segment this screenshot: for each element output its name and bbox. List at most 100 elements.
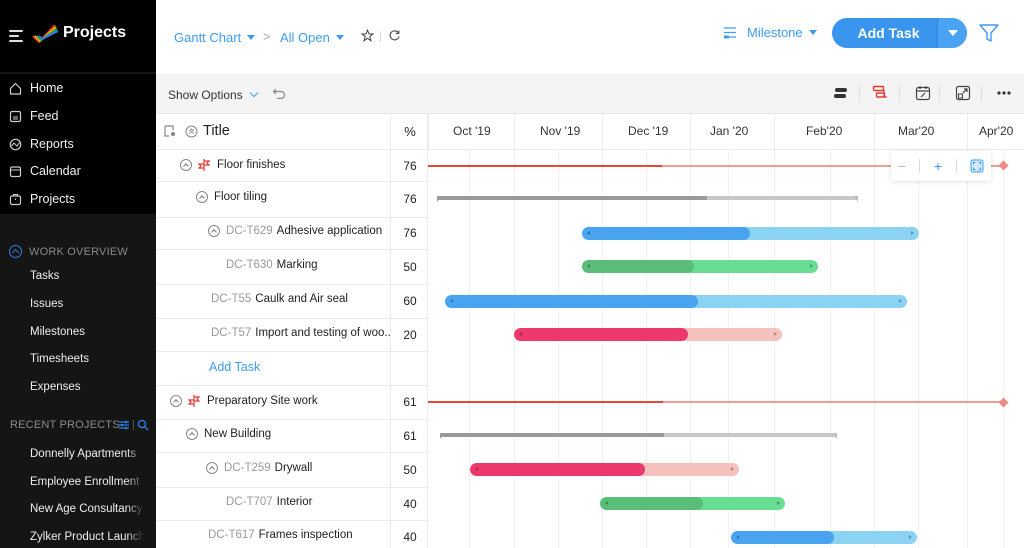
sidebar-item-label: Projects xyxy=(30,192,76,206)
resize-left-handle-icon[interactable] xyxy=(736,534,739,539)
resize-left-handle-icon[interactable] xyxy=(519,332,522,336)
sidebar-item-reports[interactable]: Reports xyxy=(9,134,74,154)
collapse-toggle-icon[interactable] xyxy=(206,461,218,474)
sidebar-item-tasks[interactable]: Tasks xyxy=(30,270,59,282)
month-divider xyxy=(967,114,968,150)
sidebar-item-calendar[interactable]: Calendar xyxy=(9,161,81,181)
recent-project-item[interactable]: Zylker Product Launch xyxy=(30,531,144,543)
task-bar[interactable] xyxy=(731,530,917,544)
resize-right-handle-icon[interactable] xyxy=(777,501,780,505)
work-overview-heading[interactable]: WORK OVERVIEW xyxy=(9,245,128,258)
task-row-title[interactable]: Floor tiling xyxy=(196,191,267,203)
milestone-line[interactable] xyxy=(428,401,1003,403)
expand-icon[interactable] xyxy=(955,85,971,101)
critical-path-icon[interactable] xyxy=(872,85,888,101)
task-bar[interactable] xyxy=(514,328,782,341)
task-bar[interactable] xyxy=(445,294,907,308)
gantt-timeline: Oct '19 Nov '19 Dec '19 Jan '20 Feb'20 Mar'20… xyxy=(428,114,1024,548)
task-bar[interactable] xyxy=(582,260,818,273)
task-row-title[interactable]: DC-T57 Import and testing of woo.. xyxy=(211,327,391,339)
collapse-all-icon[interactable] xyxy=(185,125,198,138)
tasklist-summary-bar[interactable] xyxy=(437,196,858,202)
collapse-toggle-icon[interactable] xyxy=(180,158,192,171)
collapse-toggle-icon[interactable] xyxy=(196,191,208,203)
task-row-title[interactable]: DC-T617 Frames inspection xyxy=(208,529,353,541)
refresh-icon[interactable] xyxy=(388,29,401,42)
hamburger-menu-icon[interactable] xyxy=(9,30,23,42)
resize-left-handle-icon[interactable] xyxy=(450,298,453,303)
task-id: DC-T55 xyxy=(211,293,252,305)
resize-right-handle-icon[interactable] xyxy=(810,264,813,268)
resize-right-handle-icon[interactable] xyxy=(899,298,902,303)
task-row-title[interactable]: Preparatory Site work xyxy=(170,394,318,408)
task-row-title[interactable]: DC-T629 Adhesive application xyxy=(208,225,382,237)
collapse-toggle-icon[interactable] xyxy=(170,395,182,407)
milestone-diamond-icon xyxy=(998,397,1009,407)
sidebar-item-projects[interactable]: Projects xyxy=(9,189,75,209)
breadcrumb-all-open[interactable]: All Open xyxy=(280,30,344,45)
sidebar-item-home[interactable]: Home xyxy=(9,78,63,98)
zoom-in-button[interactable]: + xyxy=(934,158,942,174)
filter-settings-icon[interactable] xyxy=(118,419,130,431)
resize-left-handle-icon[interactable] xyxy=(605,501,608,505)
week-gridline xyxy=(830,150,831,548)
sidebar-item-issues[interactable]: Issues xyxy=(30,298,63,310)
task-bars-icon[interactable] xyxy=(833,85,849,101)
add-task-link[interactable]: Add Task xyxy=(209,360,260,374)
column-settings-icon[interactable] xyxy=(164,125,176,137)
resize-left-handle-icon[interactable] xyxy=(587,264,590,268)
show-options-dropdown[interactable]: Show Options xyxy=(168,88,258,102)
task-row-title[interactable]: DC-T630 Marking xyxy=(226,259,318,271)
sidebar-item-feed[interactable]: Feed xyxy=(9,106,59,126)
sidebar-item-expenses[interactable]: Expenses xyxy=(30,381,81,393)
add-task-button[interactable]: Add Task xyxy=(832,18,967,48)
fit-to-screen-icon[interactable] xyxy=(970,159,984,173)
search-icon[interactable] xyxy=(137,419,149,431)
breadcrumb-gantt-chart[interactable]: Gantt Chart xyxy=(174,30,256,45)
task-bar[interactable] xyxy=(582,226,919,240)
task-bar[interactable] xyxy=(470,463,739,476)
recent-project-item[interactable]: Donnelly Apartments xyxy=(30,448,144,460)
recent-project-item[interactable]: New Age Consultancy xyxy=(30,503,144,515)
filter-icon[interactable] xyxy=(978,22,1000,44)
zoom-out-button[interactable]: − xyxy=(898,158,906,174)
task-row-title[interactable]: DC-T707 Interior xyxy=(226,496,312,508)
task-bar[interactable] xyxy=(600,497,785,510)
task-id: DC-T707 xyxy=(226,495,273,508)
collapse-toggle-icon[interactable] xyxy=(208,225,220,237)
month-label: Nov '19 xyxy=(540,124,581,138)
milestone-remaining xyxy=(663,401,1003,403)
task-row-title[interactable]: New Building xyxy=(186,427,272,440)
collapse-toggle-icon[interactable] xyxy=(186,427,198,440)
breadcrumb-label: Gantt Chart xyxy=(174,30,242,45)
undo-icon[interactable] xyxy=(272,87,286,99)
add-task-dropdown-button[interactable] xyxy=(937,18,967,48)
more-options-icon[interactable] xyxy=(996,85,1012,101)
collapse-icon xyxy=(9,245,22,258)
resize-right-handle-icon[interactable] xyxy=(909,534,912,539)
calendar-edit-icon[interactable] xyxy=(915,85,931,101)
resize-left-handle-icon[interactable] xyxy=(475,467,478,471)
sidebar-item-timesheets[interactable]: Timesheets xyxy=(30,353,89,365)
percent-value: 61 xyxy=(403,395,417,409)
task-row-title[interactable]: DC-T55 Caulk and Air seal xyxy=(211,293,348,305)
task-name: Marking xyxy=(276,258,318,271)
home-icon xyxy=(9,82,22,95)
week-gridline xyxy=(1003,150,1004,548)
task-row-title[interactable]: Floor finishes xyxy=(180,158,285,172)
task-name: Floor tiling xyxy=(214,191,268,203)
star-icon[interactable] xyxy=(361,29,374,42)
recent-project-item[interactable]: Employee Enrollment xyxy=(30,476,144,488)
tasklist-summary-bar[interactable] xyxy=(440,432,837,439)
resize-right-handle-icon[interactable] xyxy=(731,467,734,471)
task-id: DC-T57 xyxy=(211,326,252,339)
percent-value: 50 xyxy=(403,259,417,274)
milestone-dropdown[interactable]: Milestone xyxy=(723,25,817,40)
sidebar-item-milestones[interactable]: Milestones xyxy=(30,326,85,338)
month-label: Feb'20 xyxy=(806,124,843,138)
resize-right-handle-icon[interactable] xyxy=(774,332,777,336)
task-row-title[interactable]: DC-T259 Drywall xyxy=(206,461,312,474)
resize-right-handle-icon[interactable] xyxy=(911,230,914,235)
task-name: New Building xyxy=(204,427,272,440)
resize-left-handle-icon[interactable] xyxy=(587,230,590,235)
